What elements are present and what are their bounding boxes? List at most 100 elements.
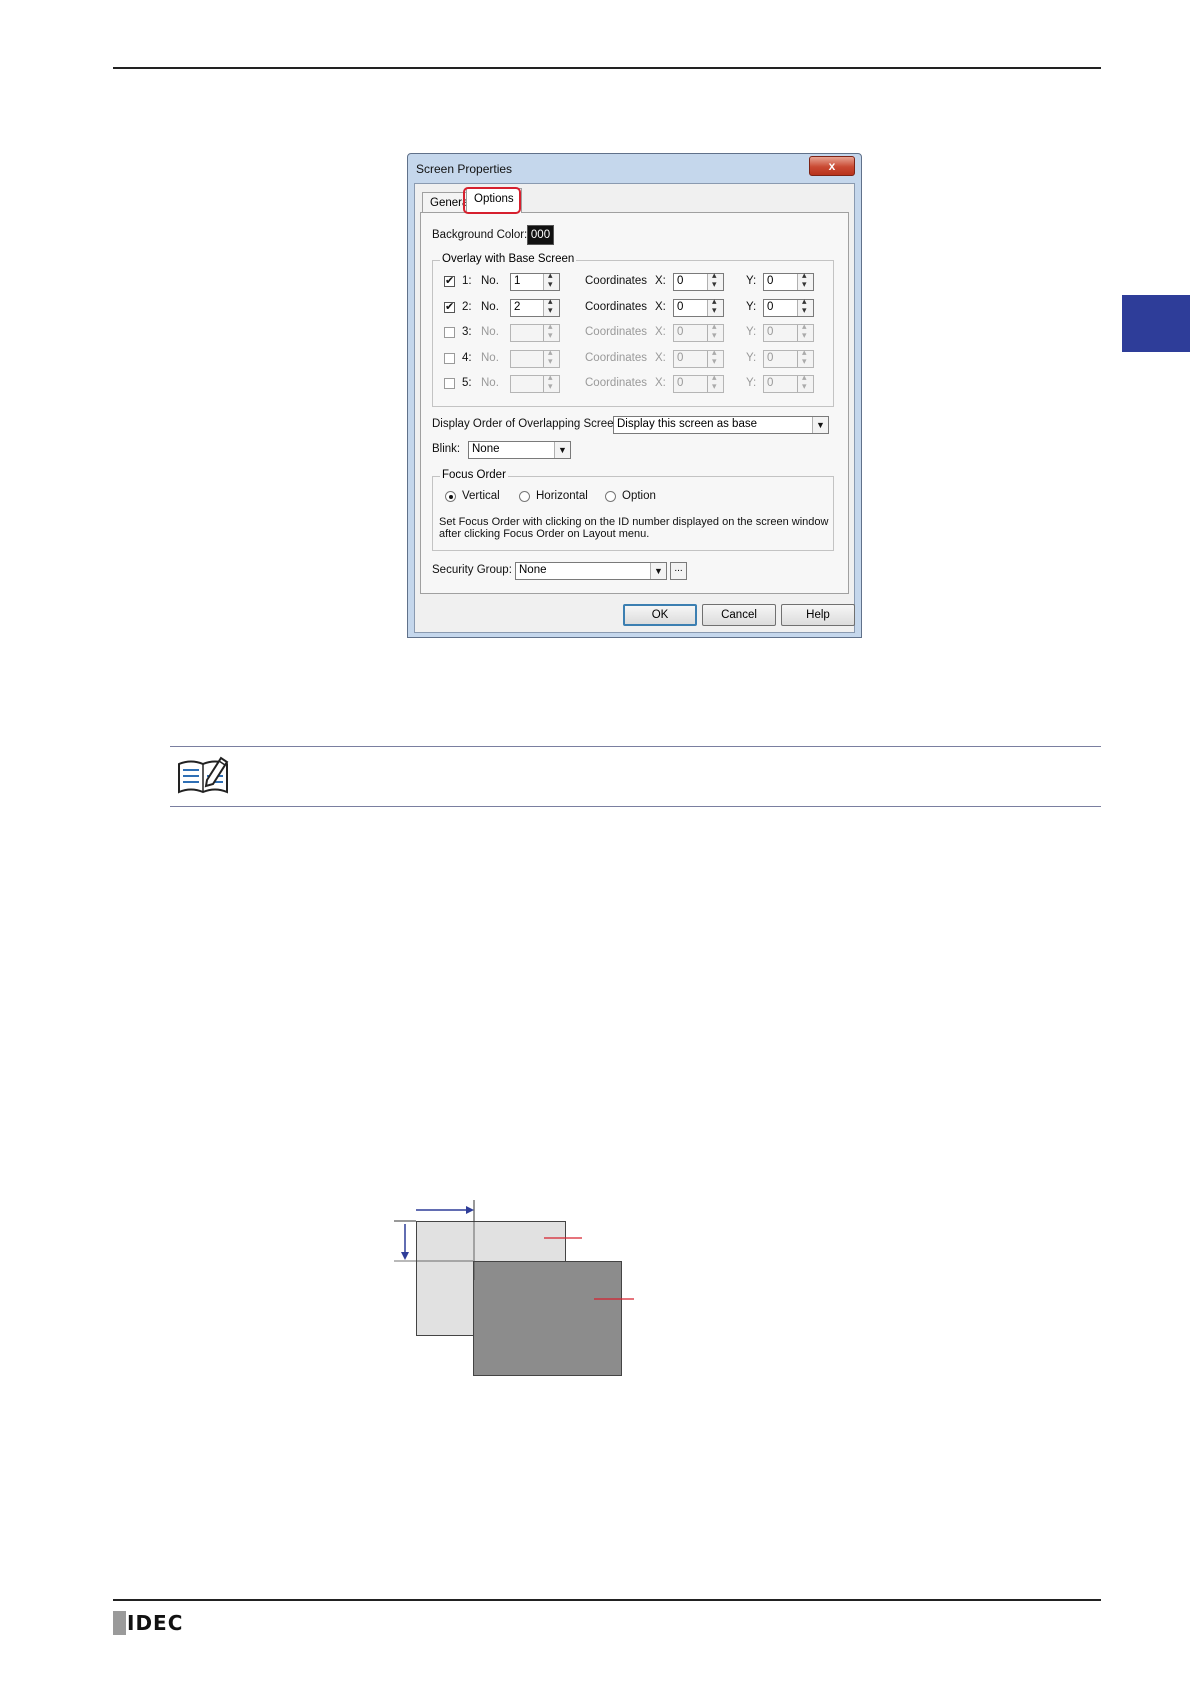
spinner-arrows-icon[interactable] [707, 347, 723, 367]
spinner-arrows-icon[interactable] [707, 372, 723, 392]
spinner-arrows-icon[interactable] [797, 372, 813, 392]
blink-value: None [472, 443, 500, 455]
logo-text: IDEC [127, 1611, 184, 1635]
overlay-3-coordinates-label: Coordinates [585, 326, 648, 338]
overlay-2-x-label: X: [655, 301, 666, 313]
overlay-2-no-label: No. [481, 301, 499, 313]
spinner-arrows-icon[interactable] [543, 321, 559, 341]
spinner-arrows-icon[interactable] [543, 372, 559, 392]
security-group-browse-button[interactable]: ... [670, 562, 687, 580]
security-group-select[interactable]: None ▼ [515, 562, 667, 580]
overlay-4-x-value: 0 [677, 352, 684, 364]
security-group-label: Security Group: [432, 564, 512, 576]
spinner-arrows-icon[interactable] [797, 347, 813, 367]
overlay-3-y-spinner[interactable]: 0 [763, 321, 814, 342]
screen-properties-dialog: Screen Properties x General Options Back… [407, 153, 862, 638]
overlay-2-x-spinner[interactable]: 0 [673, 296, 724, 317]
spinner-arrows-icon[interactable] [543, 296, 559, 316]
chevron-down-icon[interactable]: ▼ [554, 442, 570, 458]
overlay-group-title: Overlay with Base Screen [440, 253, 577, 265]
chapter-tab [1122, 295, 1190, 352]
focus-horizontal-radio[interactable] [519, 491, 530, 502]
overlay-4-y-value: 0 [767, 352, 774, 364]
focus-order-title: Focus Order [440, 469, 508, 481]
overlay-1-no-label: No. [481, 275, 499, 287]
display-order-select[interactable]: Display this screen as base ▼ [613, 416, 829, 434]
overlay-1-no-value: 1 [514, 275, 521, 287]
overlay-1-x-label: X: [655, 275, 666, 287]
display-order-label: Display Order of Overlapping Screens: [432, 418, 629, 430]
overlay-5-x-spinner[interactable]: 0 [673, 372, 724, 393]
overlay-1-coordinates-label: Coordinates [585, 275, 648, 287]
overlay-5-coordinates-label: Coordinates [585, 377, 648, 389]
chevron-down-icon[interactable]: ▼ [650, 563, 666, 579]
overlay-3-x-label: X: [655, 326, 666, 338]
options-panel: Background Color: 000 Overlay with Base … [420, 212, 849, 594]
spinner-arrows-icon[interactable] [707, 296, 723, 316]
overlay-4-y-label: Y: [746, 352, 757, 364]
focus-order-note-line1: Set Focus Order with clicking on the ID … [439, 516, 829, 528]
overlay-2-checkbox[interactable] [444, 300, 455, 313]
focus-order-note-line2: after clicking Focus Order on Layout men… [439, 528, 650, 540]
overlay-1-checkbox[interactable] [444, 274, 455, 287]
overlay-1-y-label: Y: [746, 275, 757, 287]
display-order-value: Display this screen as base [617, 418, 757, 430]
chevron-down-icon[interactable]: ▼ [812, 417, 828, 433]
overlay-1-index: 1: [462, 275, 472, 287]
overlay-2-coordinates-label: Coordinates [585, 301, 648, 313]
overlay-1-y-spinner[interactable]: 0 [763, 270, 814, 291]
cancel-button[interactable]: Cancel [702, 604, 776, 626]
focus-vertical-radio[interactable] [445, 491, 456, 502]
close-icon: x [828, 159, 836, 173]
blink-select[interactable]: None ▼ [468, 441, 571, 459]
overlay-4-no-label: No. [481, 352, 499, 364]
overlay-1-no-spinner[interactable]: 1 [510, 270, 560, 291]
overlay-2-y-spinner[interactable]: 0 [763, 296, 814, 317]
footer-rule [113, 1599, 1101, 1601]
overlay-3-x-value: 0 [677, 326, 684, 338]
spinner-arrows-icon[interactable] [707, 270, 723, 290]
overlay-2-y-value: 0 [767, 301, 774, 313]
overlay-3-index: 3: [462, 326, 472, 338]
overlay-5-no-label: No. [481, 377, 499, 389]
overlay-3-no-label: No. [481, 326, 499, 338]
overlay-4-index: 4: [462, 352, 472, 364]
spinner-arrows-icon[interactable] [543, 347, 559, 367]
spinner-arrows-icon[interactable] [543, 270, 559, 290]
overlay-3-checkbox[interactable] [444, 327, 455, 338]
background-color-button[interactable]: 000 [527, 225, 554, 245]
spinner-arrows-icon[interactable] [797, 296, 813, 316]
overlay-4-no-spinner[interactable] [510, 347, 560, 368]
focus-vertical-label: Vertical [462, 490, 500, 502]
overlay-4-x-spinner[interactable]: 0 [673, 347, 724, 368]
overlay-1-x-value: 0 [677, 275, 684, 287]
overlay-5-no-spinner[interactable] [510, 372, 560, 393]
overlay-5-y-spinner[interactable]: 0 [763, 372, 814, 393]
overlay-2-no-spinner[interactable]: 2 [510, 296, 560, 317]
close-button[interactable]: x [809, 156, 855, 176]
overlay-1-y-value: 0 [767, 275, 774, 287]
focus-option-radio[interactable] [605, 491, 616, 502]
help-button[interactable]: Help [781, 604, 855, 626]
overlay-5-x-label: X: [655, 377, 666, 389]
overlay-group: Overlay with Base Screen 1: No. 1 Coordi… [432, 253, 834, 407]
overlay-5-checkbox[interactable] [444, 378, 455, 389]
ok-button[interactable]: OK [623, 604, 697, 626]
overlay-3-x-spinner[interactable]: 0 [673, 321, 724, 342]
overlay-3-y-label: Y: [746, 326, 757, 338]
options-tab-highlight [463, 187, 521, 214]
overlay-1-x-spinner[interactable]: 0 [673, 270, 724, 291]
overlay-5-x-value: 0 [677, 377, 684, 389]
spinner-arrows-icon[interactable] [797, 270, 813, 290]
overlay-2-y-label: Y: [746, 301, 757, 313]
focus-horizontal-label: Horizontal [536, 490, 588, 502]
note-top-rule [170, 746, 1101, 747]
overlay-4-x-label: X: [655, 352, 666, 364]
overlay-4-checkbox[interactable] [444, 353, 455, 364]
overlay-3-no-spinner[interactable] [510, 321, 560, 342]
spinner-arrows-icon[interactable] [707, 321, 723, 341]
focus-order-group: Focus Order Vertical Horizontal Option S… [432, 469, 834, 551]
overlay-2-x-value: 0 [677, 301, 684, 313]
overlay-4-y-spinner[interactable]: 0 [763, 347, 814, 368]
spinner-arrows-icon[interactable] [797, 321, 813, 341]
